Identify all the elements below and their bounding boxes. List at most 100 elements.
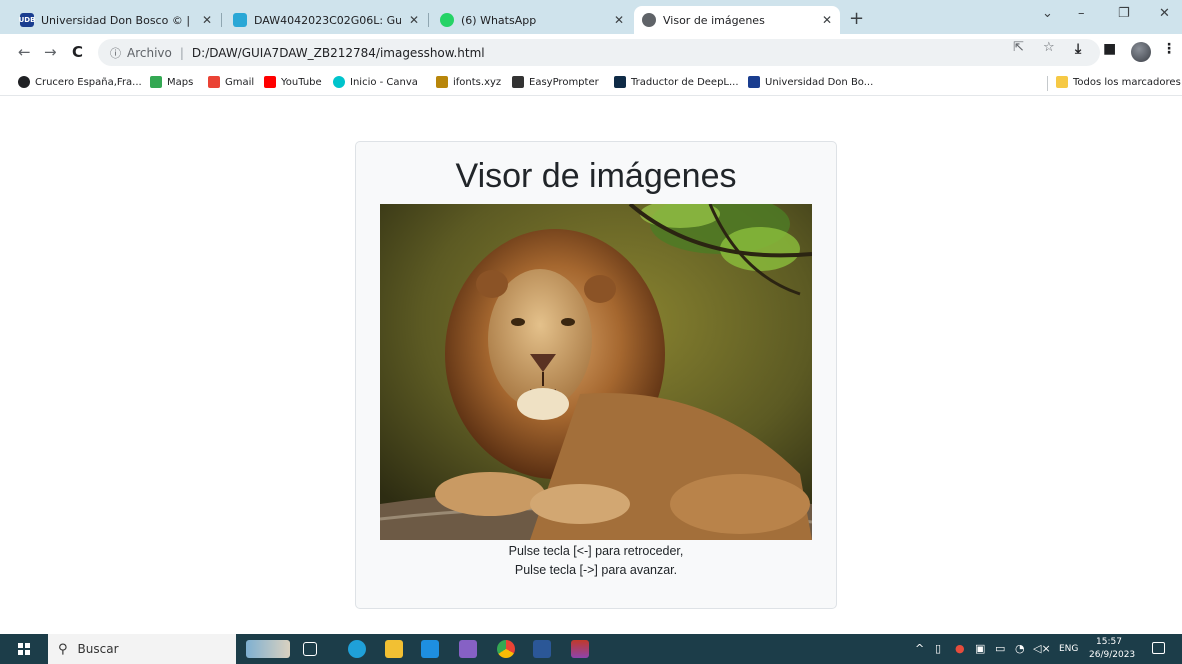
tab-label: (6) WhatsApp xyxy=(461,13,537,27)
back-button[interactable]: ← xyxy=(18,43,31,61)
word-icon[interactable] xyxy=(533,640,551,658)
page-title: Visor de imágenes xyxy=(455,157,737,195)
edge-icon[interactable] xyxy=(348,640,366,658)
ifonts-icon xyxy=(436,76,448,88)
close-window-button[interactable]: ✕ xyxy=(1159,6,1170,21)
vscode-icon[interactable] xyxy=(421,640,439,658)
globe-icon xyxy=(18,76,30,88)
bookmark-item[interactable]: Traductor de DeepL... xyxy=(614,76,739,88)
security-label: Archivo xyxy=(127,45,172,60)
bookmarks-bar: Crucero España,Fra... Maps Gmail YouTube… xyxy=(0,71,1182,96)
close-icon[interactable]: ✕ xyxy=(822,13,832,27)
url-text[interactable]: D:/DAW/GUIA7DAW_ZB212784/imagesshow.html xyxy=(192,46,485,60)
classroom-icon xyxy=(233,13,247,27)
tab-label: Universidad Don Bosco © | Inicio xyxy=(41,13,194,27)
tab-classroom[interactable]: DAW4042023C02G06L: Guía 7 ✕ xyxy=(225,6,427,34)
close-icon[interactable]: ✕ xyxy=(202,13,212,27)
share-icon[interactable]: ⇱ xyxy=(1013,40,1024,55)
tab-separator xyxy=(428,13,429,27)
bookmark-label: Universidad Don Bo... xyxy=(765,76,874,88)
notification-icon[interactable] xyxy=(1152,642,1165,654)
maps-icon xyxy=(150,76,162,88)
forward-button[interactable]: → xyxy=(44,43,57,61)
clock-date: 26/9/2023 xyxy=(1089,650,1136,660)
lion-image xyxy=(380,204,812,540)
viewer-card: Visor de imágenes Pulse tecla [<-] para … xyxy=(355,141,837,609)
search-placeholder: Buscar xyxy=(77,642,119,656)
search-highlight-icon[interactable] xyxy=(246,640,290,658)
page-viewport: Visor de imágenes Pulse tecla [<-] para … xyxy=(0,97,1182,634)
info-icon[interactable]: ⓘ xyxy=(110,45,121,61)
menu-icon[interactable]: ⋮ xyxy=(1162,41,1176,57)
divider xyxy=(1047,76,1048,91)
close-icon[interactable]: ✕ xyxy=(409,13,419,27)
bookmark-label: ifonts.xyz xyxy=(453,76,502,88)
deepl-icon xyxy=(614,76,626,88)
bookmark-label: EasyPrompter xyxy=(529,76,599,88)
bookmark-item[interactable]: ifonts.xyz xyxy=(436,76,501,88)
clock-time: 15:57 xyxy=(1096,637,1122,647)
chevron-down-icon[interactable]: ⌄ xyxy=(1042,6,1053,21)
bookmark-item[interactable]: Universidad Don Bo... xyxy=(748,76,873,88)
minimize-button[interactable]: – xyxy=(1078,6,1085,21)
caption-line-forward: Pulse tecla [->] para avanzar. xyxy=(514,563,678,577)
restore-button[interactable]: ❐ xyxy=(1118,6,1130,21)
instructions-caption: Pulse tecla [<-] para retroceder, Pulse … xyxy=(356,542,836,580)
bookmark-item[interactable]: Crucero España,Fra... xyxy=(18,76,142,88)
taskbar: ⚲ Buscar ^ ▯ ● ▣ ▭ ◔ ◁× ENG 15:57 26/9/2… xyxy=(0,634,1182,664)
speaker-muted-icon[interactable]: ◁× xyxy=(1033,642,1051,655)
bookmark-item[interactable]: YouTube xyxy=(264,76,322,88)
windows-start-icon[interactable] xyxy=(18,643,30,655)
language-indicator[interactable]: ENG xyxy=(1059,644,1078,654)
avatar[interactable] xyxy=(1131,42,1151,62)
display-icon[interactable]: ▣ xyxy=(975,642,985,655)
bookmark-label: Crucero España,Fra... xyxy=(35,76,142,88)
folder-icon xyxy=(1056,76,1068,88)
bookmark-label: Maps xyxy=(167,76,194,88)
tab-whatsapp[interactable]: (6) WhatsApp ✕ xyxy=(432,6,632,34)
all-bookmarks-folder[interactable]: Todos los marcadores xyxy=(1056,76,1181,88)
usb-icon[interactable]: ▯ xyxy=(935,642,941,655)
tab-separator xyxy=(221,13,222,27)
bookmark-label: Gmail xyxy=(225,76,255,88)
star-icon[interactable]: ☆ xyxy=(1043,40,1055,55)
bookmark-item[interactable]: Maps xyxy=(150,76,193,88)
file-explorer-icon[interactable] xyxy=(385,640,403,658)
chevron-up-icon[interactable]: ^ xyxy=(915,642,924,655)
canva-icon xyxy=(333,76,345,88)
globe-icon xyxy=(642,13,656,27)
caption-line-back: Pulse tecla [<-] para retroceder, xyxy=(508,544,684,558)
gmail-icon xyxy=(208,76,220,88)
bookmark-label: Inicio - Canva xyxy=(350,76,418,88)
tab-label: Visor de imágenes xyxy=(663,13,765,27)
bookmark-item[interactable]: Inicio - Canva xyxy=(333,76,418,88)
search-icon: ⚲ xyxy=(58,641,68,657)
app-tray-icon[interactable]: ● xyxy=(955,642,965,655)
taskbar-search-input[interactable]: ⚲ Buscar xyxy=(48,634,236,664)
browser-toolbar: ← → C ⓘ Archivo | D:/DAW/GUIA7DAW_ZB2127… xyxy=(0,34,1182,71)
new-tab-button[interactable]: + xyxy=(849,8,864,29)
close-icon[interactable]: ✕ xyxy=(614,13,624,27)
chrome-icon[interactable] xyxy=(497,640,515,658)
download-icon[interactable]: ⤓ xyxy=(1075,41,1081,57)
tab-visor[interactable]: Visor de imágenes ✕ xyxy=(634,6,840,34)
reload-button[interactable]: C xyxy=(72,43,83,61)
bookmark-label: Traductor de DeepL... xyxy=(631,76,739,88)
youtube-icon xyxy=(264,76,276,88)
bookmark-item[interactable]: EasyPrompter xyxy=(512,76,599,88)
address-bar[interactable]: ⓘ Archivo | D:/DAW/GUIA7DAW_ZB212784/ima… xyxy=(98,39,1100,66)
tab-label: DAW4042023C02G06L: Guía 7 xyxy=(254,13,401,27)
wifi-icon[interactable]: ◔ xyxy=(1015,642,1025,655)
visual-studio-icon[interactable] xyxy=(459,640,477,658)
taskbar-clock[interactable]: 15:57 26/9/2023 xyxy=(1089,636,1136,662)
bookmark-label: Todos los marcadores xyxy=(1073,76,1181,88)
tab-udb[interactable]: UDB Universidad Don Bosco © | Inicio ✕ xyxy=(12,6,220,34)
bookmark-item[interactable]: Gmail xyxy=(208,76,254,88)
side-panel-icon[interactable]: ■ xyxy=(1103,41,1116,57)
divider: | xyxy=(179,45,184,60)
bookmark-label: YouTube xyxy=(281,76,322,88)
udb-icon xyxy=(748,76,760,88)
battery-icon[interactable]: ▭ xyxy=(995,642,1005,655)
winrar-icon[interactable] xyxy=(571,640,589,658)
task-view-icon[interactable] xyxy=(303,642,317,656)
